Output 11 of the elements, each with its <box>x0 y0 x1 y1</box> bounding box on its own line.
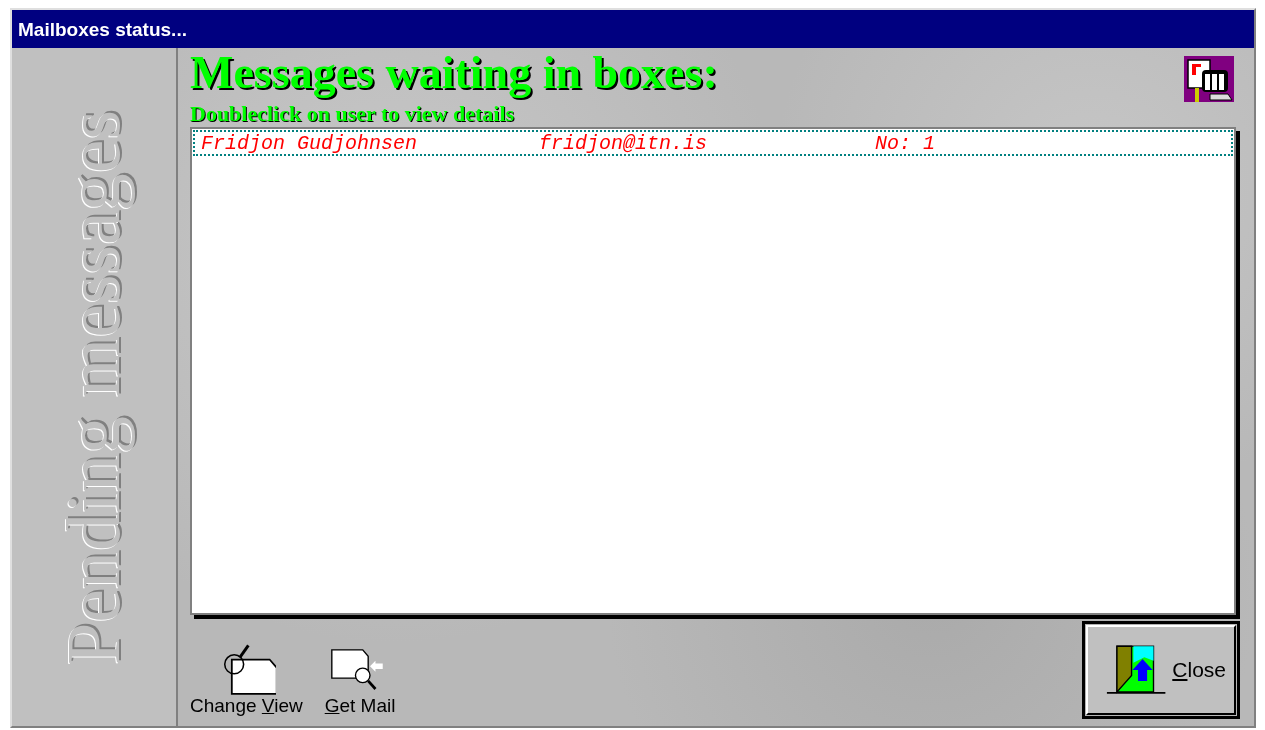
toolbar-button[interactable]: Get Mail <box>324 643 396 717</box>
message-count: No: 1 <box>875 131 935 155</box>
heading: Messages waiting in boxes: <box>190 50 718 96</box>
list-row[interactable]: Fridjon Gudjohnsen fridjon@itn.is No: 1 <box>193 130 1233 156</box>
window-title: Mailboxes status... <box>12 10 1254 48</box>
toolbar-button[interactable]: Change View <box>190 643 303 717</box>
side-banner-text: Pending messages <box>50 109 138 665</box>
user-email: fridjon@itn.is <box>539 131 709 155</box>
mailbox-icon <box>1184 56 1234 102</box>
user-name: Fridjon Gudjohnsen <box>201 131 419 155</box>
subheading: Doubleclick on user to view details <box>190 102 516 126</box>
